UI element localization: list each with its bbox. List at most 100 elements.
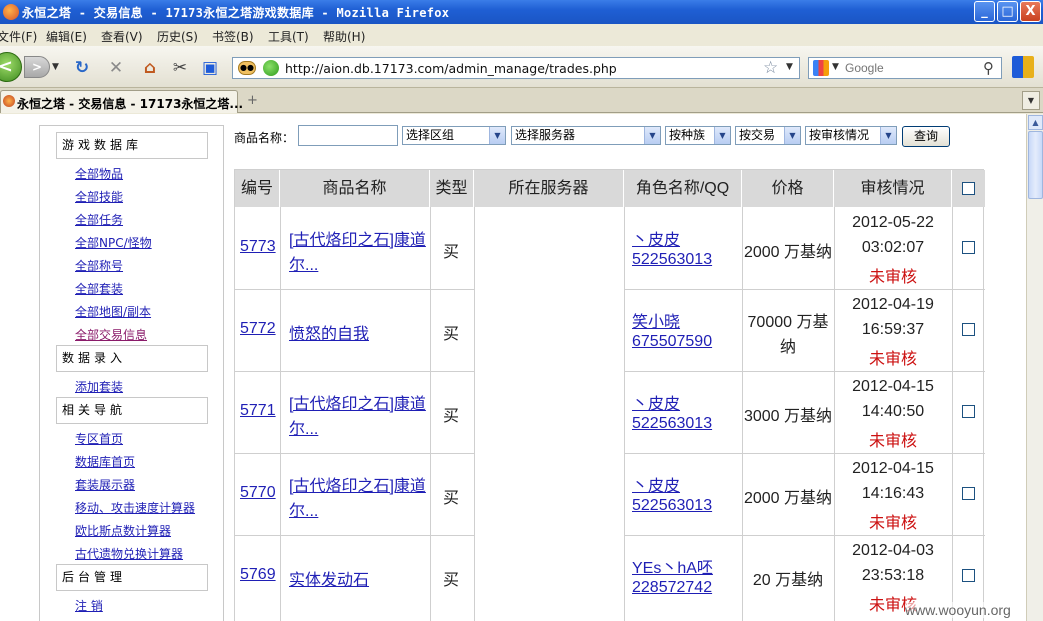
trade-id-link[interactable]: 5771 <box>240 402 276 420</box>
col-header-role[interactable]: 角色名称/QQ <box>624 170 742 207</box>
col-header-name[interactable]: 商品名称 <box>280 170 430 207</box>
scroll-thumb[interactable] <box>1028 131 1043 199</box>
item-name-link[interactable]: [古代烙印之石]康道 <box>289 226 426 250</box>
region-select-value: 选择区组 <box>406 128 455 142</box>
region-select[interactable]: 选择区组 ▼ <box>402 126 506 145</box>
navigation-toolbar: < > ▼ ↻ ✕ ⌂ ✂ ▣ ●● http://aion.db.17173.… <box>0 46 1043 88</box>
menu-tools[interactable]: 工具(T) <box>268 28 309 45</box>
search-input[interactable] <box>845 60 983 76</box>
role-name-link[interactable]: 笑小晓 <box>632 308 680 332</box>
col-header-price[interactable]: 价格 <box>742 170 834 207</box>
row-checkbox[interactable] <box>962 405 975 418</box>
trade-id-link[interactable]: 5770 <box>240 484 276 502</box>
item-name-input[interactable] <box>298 125 398 146</box>
col-header-server[interactable]: 所在服务器 <box>474 170 624 207</box>
search-bar[interactable]: ▼ ⚲ <box>808 57 1002 79</box>
menu-file[interactable]: 文件(F) <box>0 28 37 45</box>
sidebar-link-points-calc[interactable]: 欧比斯点数计算器 <box>75 522 171 539</box>
qq-link[interactable]: 522563013 <box>632 251 712 269</box>
scissors-icon[interactable]: ✂ <box>170 58 190 78</box>
role-name-link[interactable]: 丶皮皮 <box>632 226 680 250</box>
qq-link[interactable]: 228572742 <box>632 579 712 597</box>
tab-list-icon[interactable]: ▼ <box>1022 91 1040 110</box>
sidebar-link-speed-calc[interactable]: 移动、攻击速度计算器 <box>75 499 195 516</box>
trade-id-link[interactable]: 5769 <box>240 566 276 584</box>
row-checkbox[interactable] <box>962 487 975 500</box>
trade-select-value: 按交易 <box>739 128 776 142</box>
home-icon[interactable]: ⌂ <box>140 58 160 78</box>
menu-help[interactable]: 帮助(H) <box>323 28 365 45</box>
status-badge: 未审核 <box>868 269 917 286</box>
sidebar-link-set-viewer[interactable]: 套装展示器 <box>75 476 135 493</box>
search-icon[interactable]: ⚲ <box>983 59 994 77</box>
sidebar-link-npcs[interactable]: 全部NPC/怪物 <box>75 234 152 251</box>
qq-link[interactable]: 522563013 <box>632 497 712 515</box>
stop-icon[interactable]: ✕ <box>106 58 126 78</box>
sidebar-link-quests[interactable]: 全部任务 <box>75 211 123 228</box>
sidebar-link-maps[interactable]: 全部地图/副本 <box>75 303 151 320</box>
url-text[interactable]: http://aion.db.17173.com/admin_manage/tr… <box>285 61 617 76</box>
row-checkbox[interactable] <box>962 241 975 254</box>
server-select[interactable]: 选择服务器 ▼ <box>511 126 661 145</box>
menu-edit[interactable]: 编辑(E) <box>46 28 87 45</box>
col-header-status[interactable]: 审核情况 <box>834 170 952 207</box>
col-header-id[interactable]: 编号 <box>235 170 280 207</box>
sidebar-link-zone-home[interactable]: 专区首页 <box>75 430 123 447</box>
address-bar[interactable]: ●● http://aion.db.17173.com/admin_manage… <box>232 57 800 79</box>
sidebar-link-items[interactable]: 全部物品 <box>75 165 123 182</box>
trade-id-link[interactable]: 5772 <box>240 320 276 338</box>
close-button[interactable]: X <box>1020 1 1041 22</box>
sidebar-link-titles[interactable]: 全部称号 <box>75 257 123 274</box>
sidebar-link-trades[interactable]: 全部交易信息 <box>75 326 147 343</box>
sidebar-link-skills[interactable]: 全部技能 <box>75 188 123 205</box>
back-icon[interactable]: < <box>0 52 22 82</box>
item-name-link[interactable]: [古代烙印之石]康道 <box>289 390 426 414</box>
row-checkbox[interactable] <box>962 569 975 582</box>
minimize-button[interactable]: _ <box>974 1 995 22</box>
sidebar-link-add-set[interactable]: 添加套装 <box>75 378 123 395</box>
review-select[interactable]: 按审核情况 ▼ <box>805 126 897 145</box>
addon-icon[interactable] <box>1012 56 1034 78</box>
item-name-link[interactable]: 实体发动石 <box>289 566 369 590</box>
price-text: 2000 万基纳 <box>743 244 833 261</box>
sidebar-link-sets[interactable]: 全部套装 <box>75 280 123 297</box>
history-dropdown-icon[interactable]: ▼ <box>52 62 59 72</box>
bookmark-star-icon[interactable]: ☆ <box>763 58 778 78</box>
review-date: 2012-04-15 <box>852 378 934 395</box>
vertical-scrollbar[interactable]: ▲ <box>1026 114 1043 621</box>
item-name-link[interactable]: [古代烙印之石]康道 <box>289 472 426 496</box>
menu-history[interactable]: 历史(S) <box>157 28 198 45</box>
menu-view[interactable]: 查看(V) <box>101 28 143 45</box>
sidebar-link-db-home[interactable]: 数据库首页 <box>75 453 135 470</box>
forward-icon[interactable]: > <box>24 56 50 78</box>
col-header-type[interactable]: 类型 <box>430 170 474 207</box>
maximize-button[interactable]: □ <box>997 1 1018 22</box>
trade-select[interactable]: 按交易 ▼ <box>735 126 801 145</box>
role-name-link[interactable]: 丶皮皮 <box>632 390 680 414</box>
item-name-link[interactable]: 尔... <box>289 497 318 521</box>
trade-id-link[interactable]: 5773 <box>240 238 276 256</box>
race-select[interactable]: 按种族 ▼ <box>665 126 731 145</box>
engine-dropdown-icon[interactable]: ▼ <box>832 62 839 72</box>
site-identity-icon[interactable]: ●● <box>238 61 256 75</box>
qq-link[interactable]: 522563013 <box>632 415 712 433</box>
select-all-checkbox[interactable] <box>962 182 975 195</box>
screen-icon[interactable]: ▣ <box>200 58 220 78</box>
new-tab-icon[interactable]: + <box>247 93 258 108</box>
sidebar-link-logout[interactable]: 注 销 <box>75 597 103 614</box>
row-checkbox[interactable] <box>962 323 975 336</box>
google-icon[interactable] <box>813 60 829 76</box>
scroll-up-icon[interactable]: ▲ <box>1028 115 1043 130</box>
item-name-link[interactable]: 尔... <box>289 415 318 439</box>
sidebar-link-relic-calc[interactable]: 古代遗物兑换计算器 <box>75 545 183 562</box>
role-name-link[interactable]: 丶皮皮 <box>632 472 680 496</box>
role-name-link[interactable]: YEs丶hA呸 <box>632 554 713 578</box>
item-name-link[interactable]: 尔... <box>289 251 318 275</box>
item-name-link[interactable]: 愤怒的自我 <box>289 320 369 344</box>
active-tab[interactable]: 永恒之塔 - 交易信息 - 17173永恒之塔... <box>0 90 243 113</box>
menu-bookmarks[interactable]: 书签(B) <box>212 28 254 45</box>
reload-icon[interactable]: ↻ <box>72 58 92 78</box>
query-button[interactable]: 查询 <box>902 126 950 147</box>
qq-link[interactable]: 675507590 <box>632 333 712 351</box>
url-dropdown-icon[interactable]: ▼ <box>786 62 793 72</box>
